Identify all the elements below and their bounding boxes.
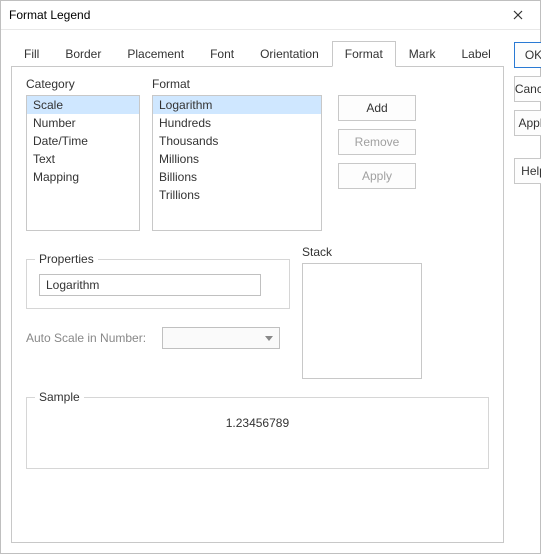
dialog-window: Format Legend Fill Border Placement Font… (0, 0, 541, 554)
list-buttons: Add Remove Apply (338, 77, 416, 231)
list-item[interactable]: Millions (153, 150, 321, 168)
sample-fieldset: Sample 1.23456789 (26, 397, 489, 469)
mid-left: Properties Auto Scale in Number: (26, 241, 290, 379)
tab-label[interactable]: Label (448, 41, 503, 67)
tabpanel-format: Category Scale Number Date/Time Text Map… (11, 67, 504, 543)
ok-button[interactable]: OK (514, 42, 541, 68)
auto-scale-row: Auto Scale in Number: (26, 327, 290, 349)
list-item[interactable]: Date/Time (27, 132, 139, 150)
titlebar: Format Legend (1, 1, 540, 30)
cancel-button[interactable]: Cancel (514, 76, 541, 102)
category-listbox[interactable]: Scale Number Date/Time Text Mapping (26, 95, 140, 231)
side-buttons: OK Cancel Apply Help (514, 40, 541, 543)
list-item[interactable]: Billions (153, 168, 321, 186)
mid-row: Properties Auto Scale in Number: Stack (26, 241, 489, 379)
format-listbox[interactable]: Logarithm Hundreds Thousands Millions Bi… (152, 95, 322, 231)
apply-button[interactable]: Apply (514, 110, 541, 136)
tabstrip: Fill Border Placement Font Orientation F… (11, 40, 504, 67)
dialog-body: Fill Border Placement Font Orientation F… (1, 30, 540, 553)
tab-border[interactable]: Border (52, 41, 114, 67)
format-label: Format (152, 77, 322, 91)
window-title: Format Legend (9, 8, 90, 22)
format-column: Format Logarithm Hundreds Thousands Mill… (152, 77, 322, 231)
tab-format[interactable]: Format (332, 41, 396, 67)
spacer (514, 144, 541, 150)
list-item[interactable]: Logarithm (153, 96, 321, 114)
apply-list-button[interactable]: Apply (338, 163, 416, 189)
list-item[interactable]: Text (27, 150, 139, 168)
sample-legend: Sample (35, 390, 84, 404)
category-column: Category Scale Number Date/Time Text Map… (26, 77, 140, 231)
auto-scale-label: Auto Scale in Number: (26, 331, 146, 345)
list-item[interactable]: Thousands (153, 132, 321, 150)
tab-fill[interactable]: Fill (11, 41, 52, 67)
close-icon (513, 10, 523, 20)
tab-placement[interactable]: Placement (114, 41, 197, 67)
remove-button[interactable]: Remove (338, 129, 416, 155)
tab-mark[interactable]: Mark (396, 41, 449, 67)
stack-label: Stack (302, 245, 422, 259)
list-item[interactable]: Trillions (153, 186, 321, 204)
properties-input[interactable] (39, 274, 261, 296)
list-item[interactable]: Scale (27, 96, 139, 114)
list-item[interactable]: Mapping (27, 168, 139, 186)
tab-orientation[interactable]: Orientation (247, 41, 332, 67)
chevron-down-icon (265, 336, 273, 341)
auto-scale-combo[interactable] (162, 327, 280, 349)
help-button[interactable]: Help (514, 158, 541, 184)
sample-value: 1.23456789 (39, 416, 476, 430)
close-button[interactable] (504, 5, 532, 25)
list-item[interactable]: Number (27, 114, 139, 132)
category-label: Category (26, 77, 140, 91)
mid-right: Stack (302, 241, 422, 379)
properties-fieldset: Properties (26, 259, 290, 309)
tab-font[interactable]: Font (197, 41, 247, 67)
properties-legend: Properties (35, 252, 98, 266)
list-item[interactable]: Hundreds (153, 114, 321, 132)
top-columns: Category Scale Number Date/Time Text Map… (26, 77, 489, 231)
main-column: Fill Border Placement Font Orientation F… (11, 40, 504, 543)
stack-listbox[interactable] (302, 263, 422, 379)
add-button[interactable]: Add (338, 95, 416, 121)
